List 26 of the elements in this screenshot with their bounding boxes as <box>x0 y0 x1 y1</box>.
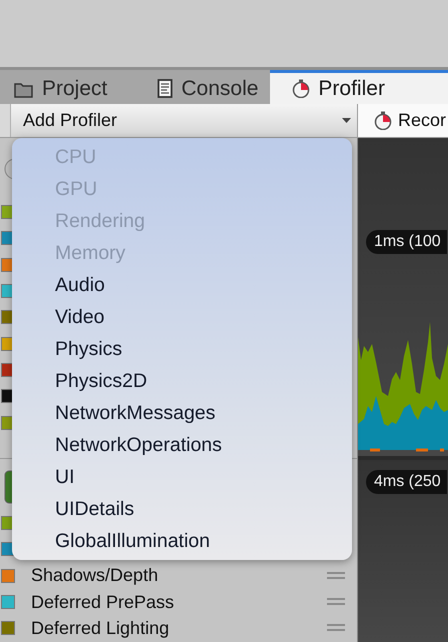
menu-item[interactable]: UI <box>12 461 352 493</box>
menu-item[interactable]: UIDetails <box>12 493 352 525</box>
tab[interactable]: Profiler <box>270 70 448 104</box>
menu-item[interactable]: GlobalIllumination <box>12 525 352 557</box>
tab[interactable]: Project <box>2 70 120 104</box>
menu-item[interactable]: Audio <box>12 269 352 301</box>
drag-handle-icon[interactable] <box>327 598 345 605</box>
scale-label: 1ms (100 <box>366 230 447 254</box>
scale-label: 4ms (250 <box>366 470 447 494</box>
menu-item[interactable]: Video <box>12 301 352 333</box>
legend-label: Deferred PrePass <box>31 592 174 613</box>
stopwatch-icon <box>292 79 310 98</box>
drag-handle-icon[interactable] <box>327 624 345 632</box>
record-button[interactable]: Recor <box>358 104 448 137</box>
menu-item[interactable]: NetworkMessages <box>12 397 352 429</box>
legend-label: Shadows/Depth <box>31 565 158 586</box>
caret-icon <box>342 118 351 123</box>
tab[interactable]: Console <box>145 70 270 104</box>
drag-handle-icon[interactable] <box>327 572 345 579</box>
menu-item[interactable]: NetworkOperations <box>12 429 352 461</box>
document-icon <box>157 79 174 98</box>
legend-label: Deferred Lighting <box>31 618 170 639</box>
stopwatch-icon <box>374 111 392 130</box>
menu-item[interactable]: Physics <box>12 333 352 365</box>
menu-item[interactable]: Physics2D <box>12 365 352 397</box>
add-profiler-dropdown[interactable]: Add Profiler <box>10 104 358 137</box>
